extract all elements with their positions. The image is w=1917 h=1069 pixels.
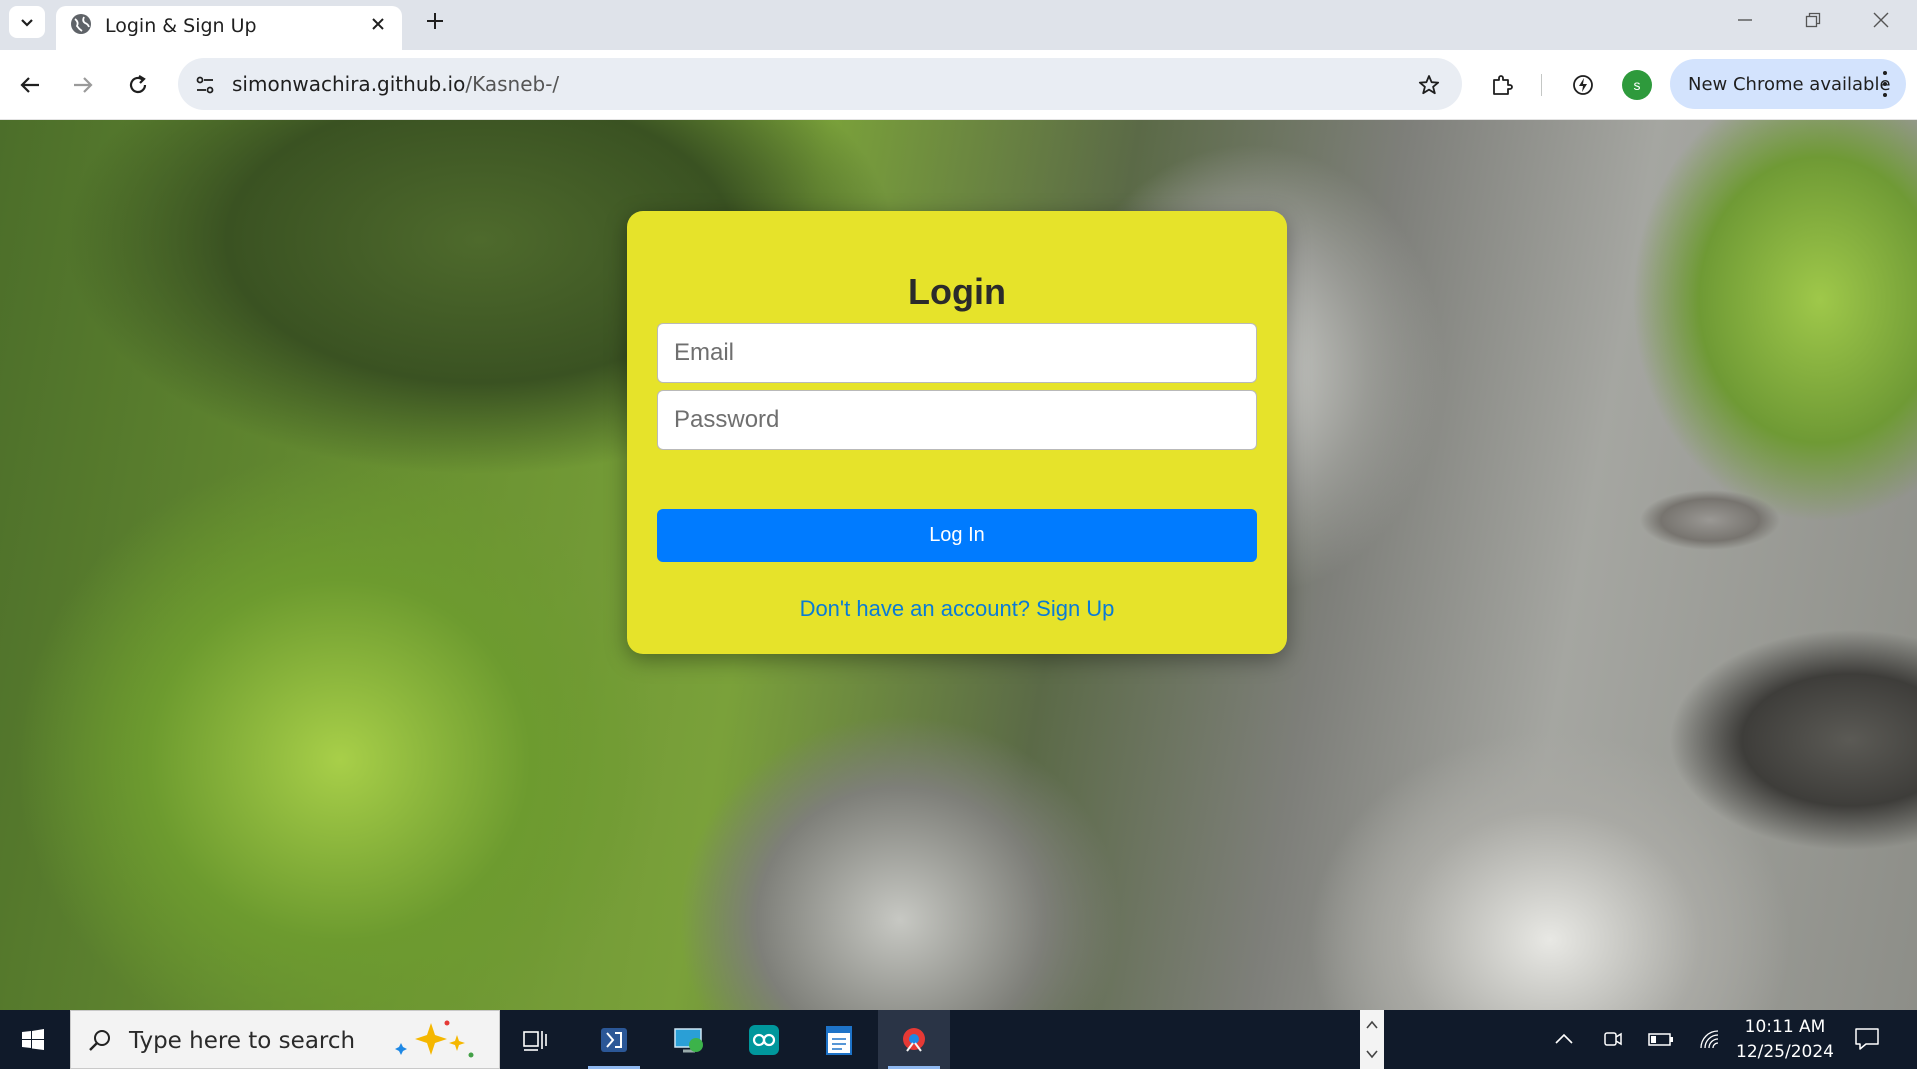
forward-button[interactable] [65, 67, 101, 103]
taskbar-app-notepad[interactable] [803, 1010, 875, 1069]
url-path: /Kasneb-/ [465, 72, 560, 96]
computer-icon [674, 1027, 703, 1052]
windows-icon [22, 1028, 44, 1050]
action-center-button[interactable] [1852, 1024, 1882, 1054]
search-placeholder: Type here to search [129, 1028, 356, 1054]
meet-now-button[interactable] [1598, 1024, 1628, 1054]
taskbar-clock[interactable]: 10:11 AM 12/25/2024 [1730, 1015, 1840, 1065]
extensions-button[interactable] [1484, 67, 1520, 103]
sparkle-icon [395, 1020, 474, 1058]
email-field[interactable] [657, 323, 1257, 383]
tab-title: Login & Sign Up [105, 15, 257, 37]
chrome-update-button[interactable]: New Chrome available [1670, 59, 1906, 109]
tab-close-button[interactable] [366, 12, 390, 36]
site-info-button[interactable] [190, 70, 220, 100]
more-vertical-icon [1878, 71, 1892, 97]
toolbar-separator [1541, 74, 1542, 96]
battery-button[interactable] [1646, 1024, 1676, 1054]
wifi-icon [1700, 1030, 1719, 1049]
taskbar-search[interactable]: Type here to search [70, 1010, 500, 1069]
gauge-icon [1573, 75, 1593, 95]
search-icon [85, 1026, 115, 1056]
performance-button[interactable] [1565, 67, 1601, 103]
notification-icon [1855, 1028, 1879, 1050]
tune-icon [196, 76, 214, 94]
clock-time: 10:11 AM [1744, 1017, 1826, 1037]
battery-icon [1648, 1033, 1673, 1046]
back-button[interactable] [12, 67, 48, 103]
arrow-right-icon [74, 77, 93, 93]
url-text: simonwachira.github.io/Kasneb-/ [232, 72, 559, 96]
login-button[interactable]: Log In [657, 509, 1257, 562]
clock-date: 12/25/2024 [1736, 1042, 1834, 1062]
browser-tab[interactable]: Login & Sign Up [56, 6, 402, 50]
start-button[interactable] [0, 1010, 66, 1069]
chevron-up-icon [1555, 1033, 1573, 1044]
tab-search-button[interactable] [9, 6, 45, 38]
minimize-button[interactable] [1711, 0, 1779, 40]
close-icon [1873, 12, 1889, 28]
taskbar-app-visual-studio[interactable] [578, 1010, 650, 1069]
visual-studio-icon [601, 1027, 627, 1052]
browser-toolbar: simonwachira.github.io/Kasneb-/ s New Ch… [0, 50, 1917, 120]
taskbar-app-arduino[interactable] [728, 1010, 800, 1069]
task-view-icon [523, 1030, 547, 1051]
tab-strip: Login & Sign Up [0, 0, 1917, 50]
star-icon [1418, 75, 1440, 95]
network-button[interactable] [1695, 1024, 1725, 1054]
taskbar-scroll[interactable] [1360, 1010, 1384, 1069]
close-icon [372, 18, 384, 30]
chevron-up-icon [1366, 1020, 1378, 1029]
plus-icon [427, 13, 443, 29]
url-host: simonwachira.github.io [232, 72, 466, 96]
task-view-button[interactable] [500, 1010, 572, 1069]
chevron-down-icon [21, 19, 33, 27]
close-window-button[interactable] [1847, 0, 1915, 40]
chevron-down-icon [1366, 1050, 1378, 1059]
profile-avatar[interactable]: s [1622, 70, 1652, 100]
login-form: Login Log In Don't have an account? Sign… [627, 211, 1287, 654]
app-icon [903, 1027, 925, 1052]
camera-icon [1604, 1032, 1622, 1046]
new-tab-button[interactable] [420, 6, 450, 36]
minimize-icon [1738, 19, 1752, 21]
bookmark-button[interactable] [1414, 70, 1444, 100]
reload-button[interactable] [120, 67, 156, 103]
arrow-left-icon [20, 77, 39, 93]
password-field[interactable] [657, 390, 1257, 450]
restore-button[interactable] [1779, 0, 1847, 40]
show-hidden-icons-button[interactable] [1549, 1024, 1579, 1054]
update-label: New Chrome available [1688, 74, 1891, 95]
document-icon [826, 1025, 852, 1055]
windows-taskbar: Type here to search 10:11 AM 12/25/2024 [0, 1010, 1917, 1069]
puzzle-icon [1493, 75, 1513, 95]
login-title: Login [908, 271, 1006, 312]
reload-icon [129, 75, 147, 94]
address-bar[interactable]: simonwachira.github.io/Kasneb-/ [178, 58, 1462, 110]
arduino-icon [749, 1024, 779, 1055]
signup-link[interactable]: Don't have an account? Sign Up [627, 596, 1287, 622]
taskbar-app-chrome-active[interactable] [878, 1010, 950, 1069]
page-viewport: Login Log In Don't have an account? Sign… [0, 120, 1917, 1010]
globe-icon [71, 14, 91, 34]
restore-icon [1805, 12, 1821, 28]
taskbar-app-remote-desktop[interactable] [653, 1010, 725, 1069]
